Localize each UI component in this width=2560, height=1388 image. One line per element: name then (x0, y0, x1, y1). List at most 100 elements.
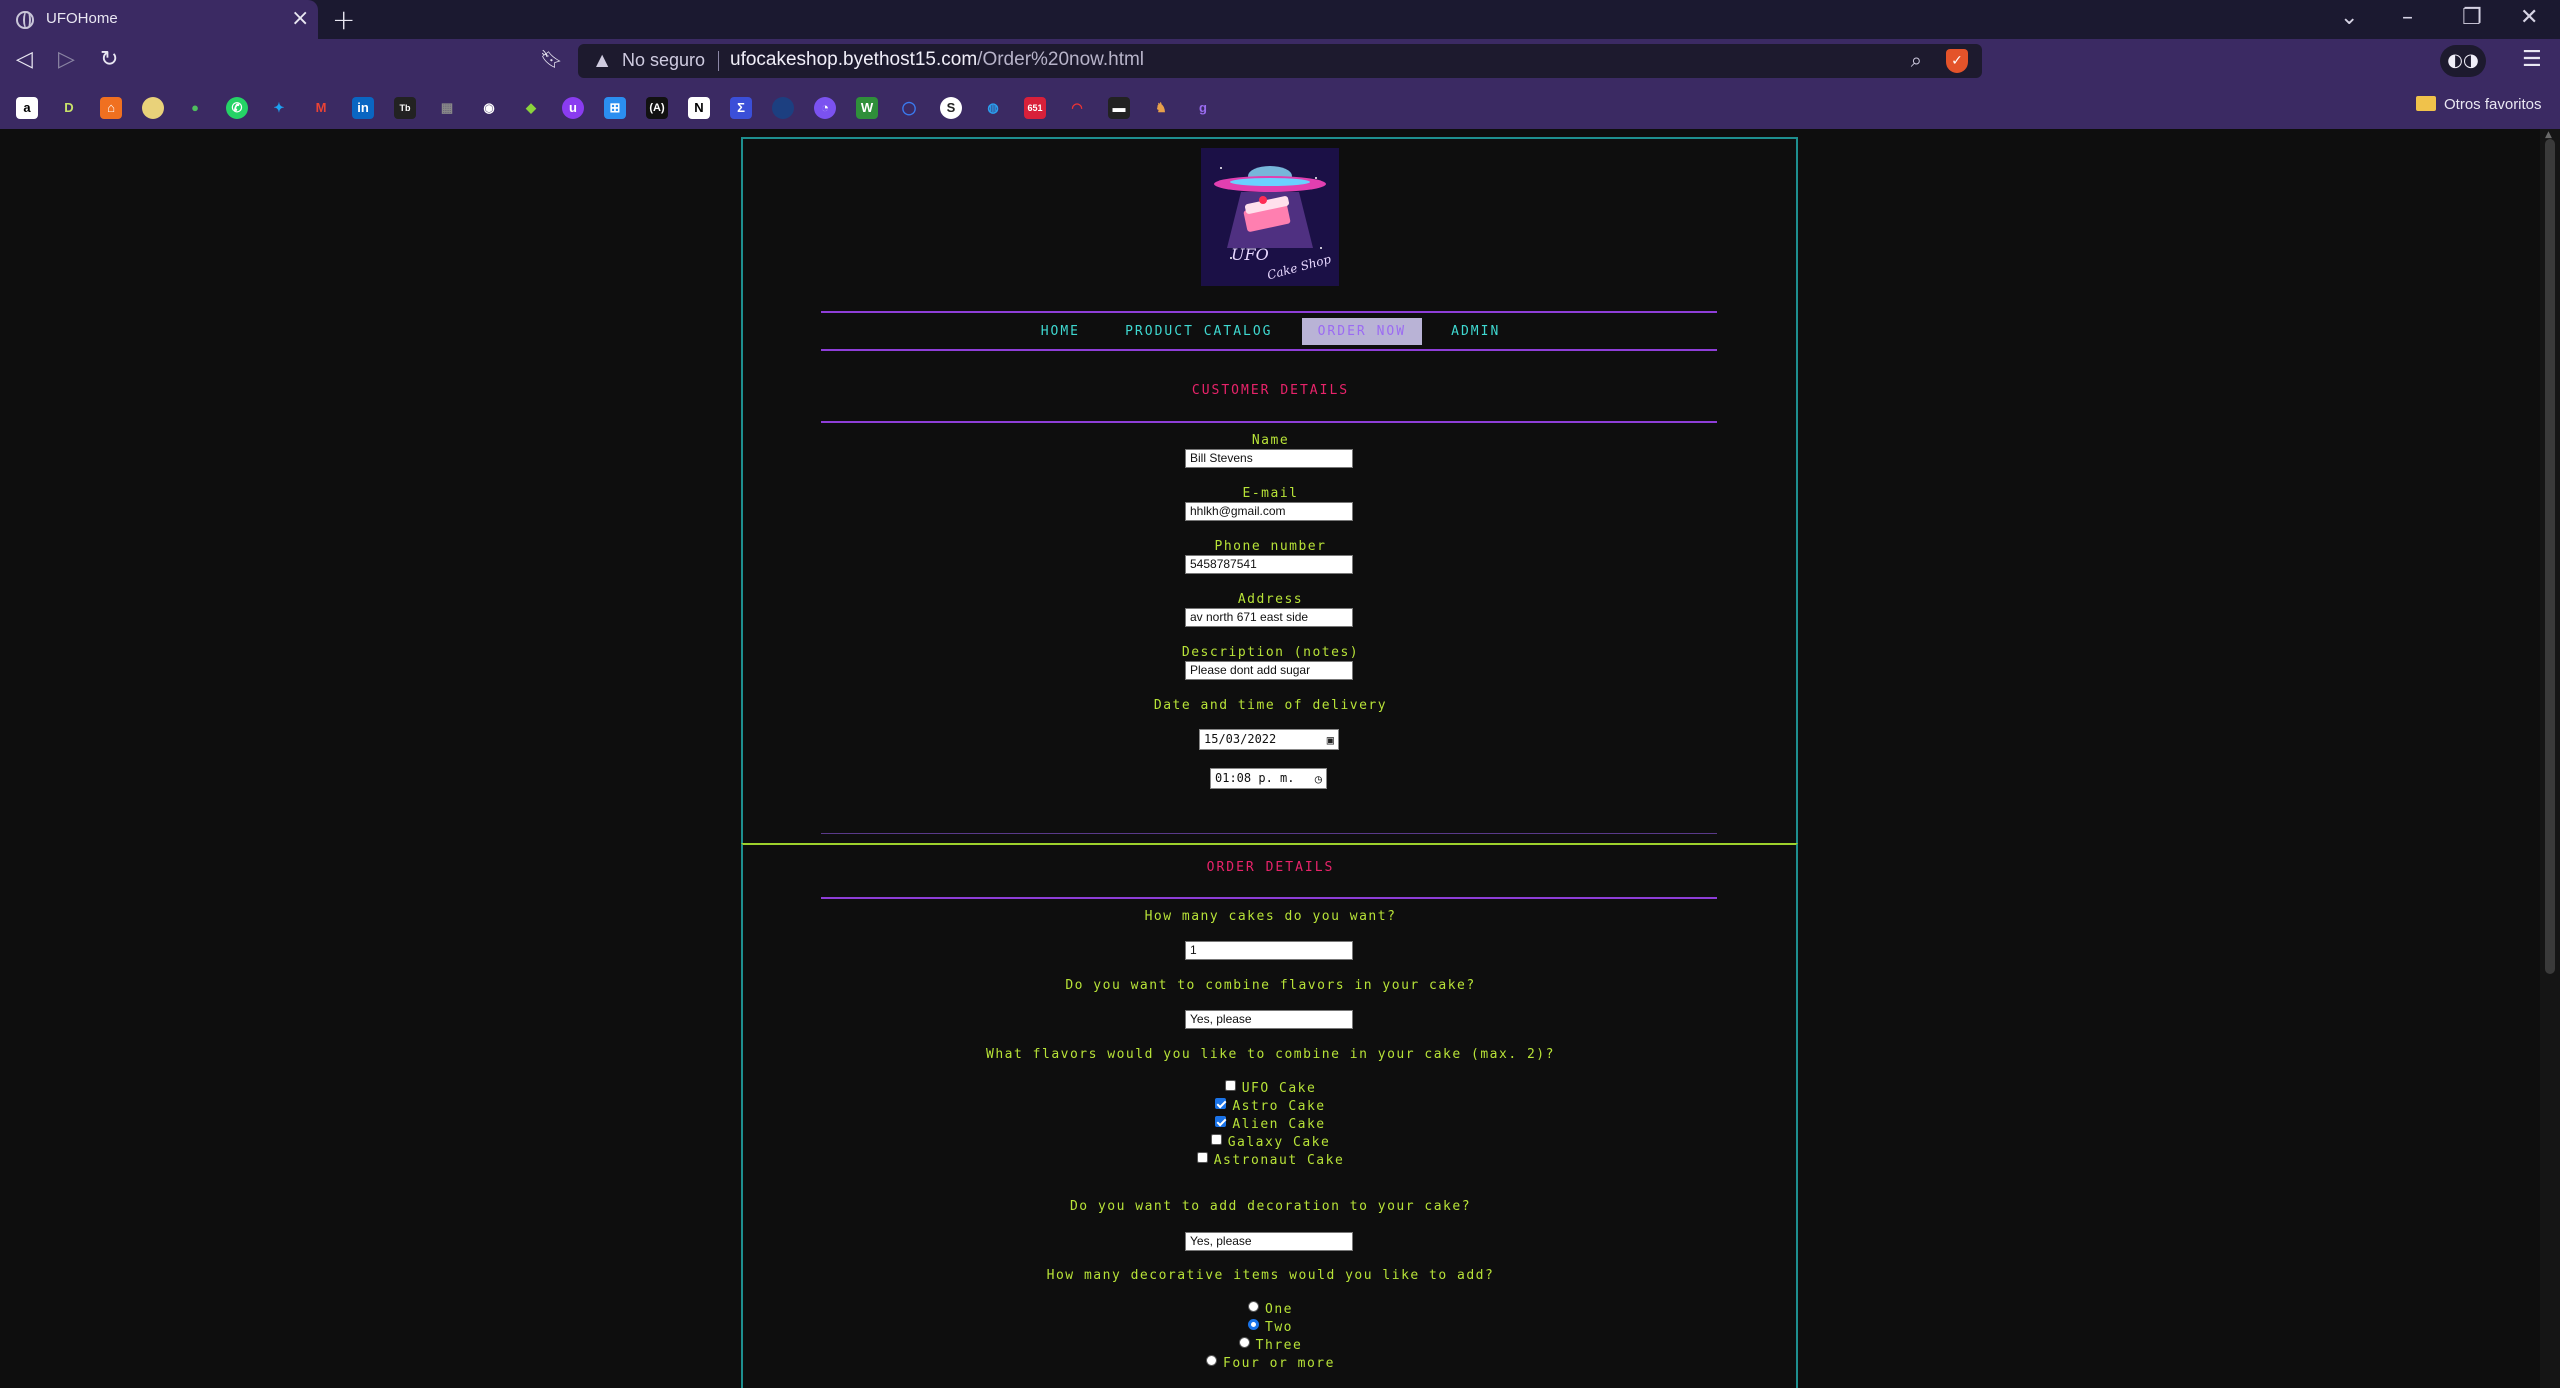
notes-field[interactable]: Please dont add sugar (1185, 661, 1353, 680)
bookmark-rabbit-icon[interactable]: ♞ (1150, 97, 1172, 119)
bookmark-icon[interactable]: 🔖︎ (540, 49, 563, 70)
bookmark-circle-icon[interactable] (142, 97, 164, 119)
github-bookmark-icon[interactable]: ◉ (478, 97, 500, 119)
amazon-bookmark-icon[interactable]: a (16, 97, 38, 119)
flavors-label: What flavors would you like to combine i… (986, 1047, 1555, 1062)
nav-product-catalog[interactable]: PRODUCT CATALOG (1109, 318, 1288, 345)
brave-shield-icon[interactable]: ✓ (1946, 49, 1968, 73)
reload-button[interactable]: ↻ (100, 47, 118, 72)
delivery-time-field[interactable]: 01:08 p. m. ◷ (1210, 768, 1327, 789)
combine-label: Do you want to combine flavors in your c… (1065, 978, 1476, 993)
flavor-option[interactable]: UFO Cake (0, 1080, 2541, 1098)
bookmark-arc-icon[interactable]: ◠ (1066, 97, 1088, 119)
decorative-items-label: How many decorative items would you like… (1046, 1268, 1495, 1283)
bookmark-tb-icon[interactable]: Tb (394, 97, 416, 119)
zoom-icon[interactable]: ⌕ (1911, 48, 1922, 72)
bookmark-s-icon[interactable]: S (940, 97, 962, 119)
items-radio[interactable] (1238, 1337, 1250, 1348)
items-option-label: Four or more (1223, 1356, 1335, 1371)
phone-field[interactable]: 5458787541 (1185, 555, 1353, 574)
decoration-select[interactable]: Yes, please (1185, 1232, 1353, 1251)
bookmark-dark-icon[interactable]: ▬ (1108, 97, 1130, 119)
notion-bookmark-icon[interactable]: N (688, 97, 710, 119)
delivery-time-value: 01:08 p. m. (1215, 771, 1295, 785)
items-option[interactable]: Three (0, 1337, 2541, 1355)
address-bar[interactable]: ▲ No seguro ufocakeshop.byethost15.com/O… (578, 44, 1982, 78)
bookmark-d-icon[interactable]: D (58, 97, 80, 119)
calendar-icon[interactable]: ▣ (1327, 731, 1334, 750)
close-tab-icon[interactable]: × (291, 6, 309, 31)
bookmark-blue-icon[interactable]: ⊞ (604, 97, 626, 119)
bookmark-ring-icon[interactable]: ◯ (898, 97, 920, 119)
globe-icon (16, 11, 34, 29)
address-label: Address (1237, 592, 1304, 607)
items-radio[interactable] (1248, 1319, 1259, 1330)
page-scrollbar[interactable]: ▲ (2540, 129, 2560, 1388)
bookmark-sigma-icon[interactable]: Σ (730, 97, 752, 119)
address-field[interactable]: av north 671 east side (1185, 608, 1353, 627)
items-option-label: One (1265, 1302, 1293, 1317)
nav-home[interactable]: HOME (1025, 318, 1096, 345)
quantity-field[interactable]: 1 (1185, 941, 1353, 960)
combine-select[interactable]: Yes, please (1185, 1010, 1353, 1029)
flavor-option[interactable]: Astronaut Cake (0, 1152, 2541, 1170)
forward-button[interactable]: ▷ (58, 47, 75, 72)
minimize-button[interactable]: – (2402, 5, 2413, 30)
bookmarks-folder[interactable]: Otros favoritos (2416, 96, 2542, 113)
flavor-option[interactable]: Galaxy Cake (0, 1134, 2541, 1152)
flavor-option[interactable]: Alien Cake (0, 1116, 2541, 1134)
name-label: Name (1251, 433, 1290, 448)
back-button[interactable]: ◁ (16, 47, 33, 72)
bookmark-diamond-icon[interactable]: ◆ (520, 97, 542, 119)
bookmark-a-icon[interactable]: (A) (646, 97, 668, 119)
order-details-title: ORDER DETAILS (1206, 860, 1335, 875)
items-option[interactable]: Four or more (0, 1355, 2541, 1373)
bookmark-651-icon[interactable]: 651 (1024, 97, 1046, 119)
twitter-bookmark-icon[interactable]: ✦ (268, 97, 290, 119)
maps-bookmark-icon[interactable]: ● (184, 97, 206, 119)
flavor-checkbox[interactable] (1210, 1134, 1222, 1145)
bookmark-dark-circle-icon[interactable] (772, 97, 794, 119)
whatsapp-bookmark-icon[interactable]: ✆ (226, 97, 248, 119)
flavor-checkbox[interactable] (1215, 1116, 1227, 1127)
email-field[interactable]: hhlkh@gmail.com (1185, 502, 1353, 521)
notes-label: Description (notes) (1181, 645, 1360, 660)
nav-order-now[interactable]: ORDER NOW (1301, 318, 1423, 345)
flavor-label: Galaxy Cake (1227, 1135, 1331, 1150)
clock-icon[interactable]: ◷ (1315, 770, 1322, 789)
nav-admin[interactable]: ADMIN (1435, 318, 1516, 345)
email-label: E-mail (1242, 486, 1299, 501)
items-radio[interactable] (1206, 1355, 1218, 1366)
bookmark-globe-icon[interactable]: ◍ (982, 97, 1004, 119)
delivery-date-value: 15/03/2022 (1204, 732, 1277, 746)
menu-icon[interactable]: ☰ (2522, 47, 2542, 72)
bookmark-g-icon[interactable]: g (1192, 97, 1214, 119)
scrollbar-thumb[interactable] (2545, 139, 2555, 974)
restore-button[interactable]: ❐ (2462, 5, 2482, 30)
bookmark-u-icon[interactable]: u (562, 97, 584, 119)
bookmarks-bar: a D ⌂ ● ✆ ✦ M in Tb ▦ ◉ ◆ u ⊞ (A) N Σ ◔ … (0, 86, 2560, 129)
flavor-checkbox[interactable] (1215, 1098, 1227, 1109)
tab-search-icon[interactable]: ⌄ (2340, 5, 2358, 30)
decoration-label: Do you want to add decoration to your ca… (1069, 1199, 1472, 1214)
linkedin-bookmark-icon[interactable]: in (352, 97, 374, 119)
flavor-checkbox[interactable] (1196, 1152, 1208, 1163)
browser-tab[interactable]: UFOHome × (0, 0, 318, 39)
bookmarks-folder-label: Otros favoritos (2444, 96, 2542, 113)
items-radio[interactable] (1248, 1301, 1259, 1312)
bookmark-purple-icon[interactable]: ◔ (814, 97, 836, 119)
close-window-button[interactable]: ✕ (2520, 5, 2538, 30)
bookmark-grid-icon[interactable]: ▦ (436, 97, 458, 119)
bookmark-home-icon[interactable]: ⌂ (100, 97, 122, 119)
bookmark-w-icon[interactable]: W (856, 97, 878, 119)
name-field[interactable]: Bill Stevens (1185, 449, 1353, 468)
items-option[interactable]: One (0, 1301, 2541, 1319)
delivery-date-field[interactable]: 15/03/2022 ▣ (1199, 729, 1339, 750)
flavor-checkbox[interactable] (1224, 1080, 1236, 1091)
page-viewport: UFO Cake Shop HOME PRODUCT CATALOG ORDER… (0, 129, 2560, 1388)
gmail-bookmark-icon[interactable]: M (310, 97, 332, 119)
items-option[interactable]: Two (0, 1319, 2541, 1337)
new-tab-button[interactable]: + (332, 3, 355, 36)
vpn-glasses-icon[interactable]: ◐◑ (2440, 45, 2486, 77)
flavor-option[interactable]: Astro Cake (0, 1098, 2541, 1116)
